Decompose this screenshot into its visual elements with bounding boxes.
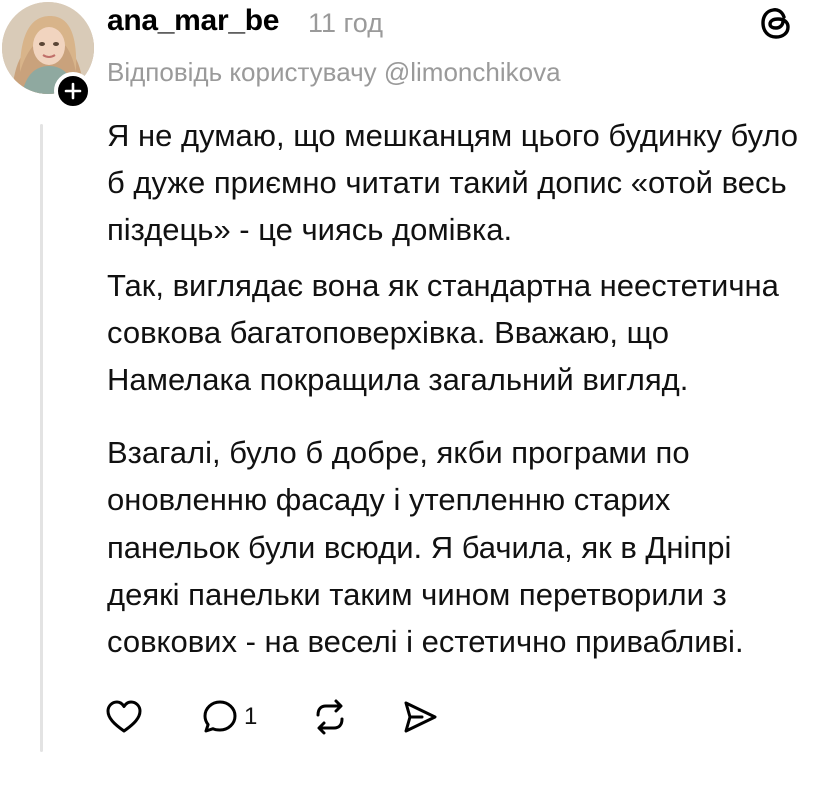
comment-bubble-icon (203, 700, 237, 733)
share-button[interactable] (400, 696, 440, 738)
threads-logo-icon (761, 8, 790, 39)
comment-button[interactable]: 1 (200, 696, 257, 738)
heart-icon (106, 700, 142, 733)
comment-count: 1 (244, 703, 258, 730)
post-time: 11 год (308, 8, 383, 38)
follow-button[interactable] (54, 72, 92, 110)
username[interactable]: ana_mar_be (107, 0, 279, 42)
post-body: Я не думаю, що мешканцям цього будинку б… (107, 112, 807, 665)
thread-line (40, 124, 43, 752)
reply-to-label[interactable]: Відповідь користувачу @limonchikova (107, 54, 561, 90)
send-icon (404, 701, 437, 733)
post-paragraph: Так, виглядає вона як стандартна неестет… (107, 267, 779, 398)
like-button[interactable] (104, 696, 144, 738)
post-paragraph: Я не думаю, що мешканцям цього будинку б… (107, 118, 799, 248)
repost-icon (316, 699, 344, 735)
post-paragraph: Взагалі, було б добре, якби програми по … (107, 435, 744, 660)
plus-icon (64, 82, 82, 100)
repost-button[interactable] (310, 696, 350, 738)
